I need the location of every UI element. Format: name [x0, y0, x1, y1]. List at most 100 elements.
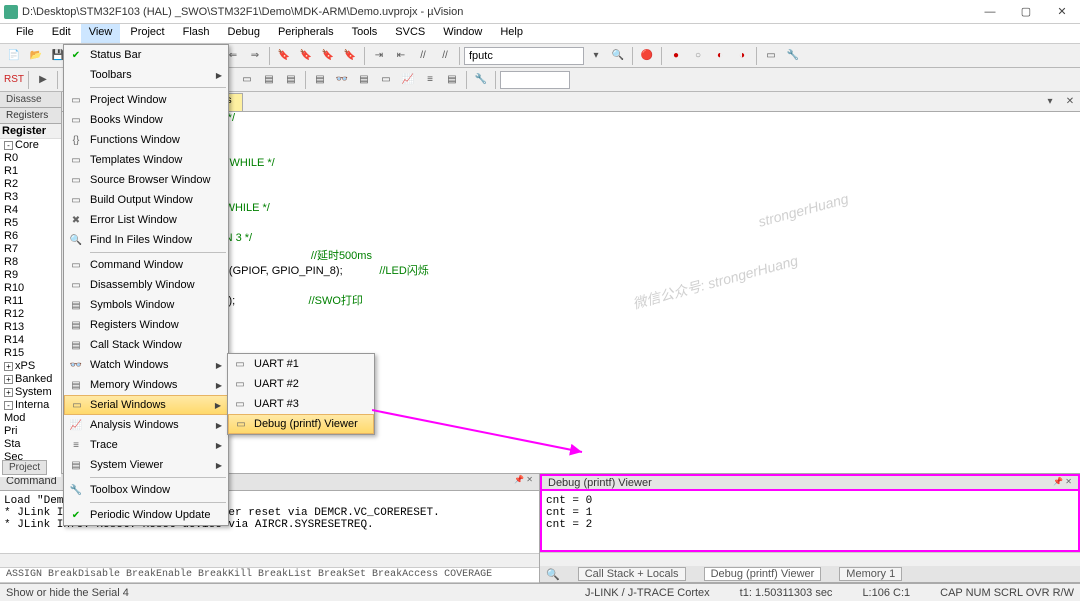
tree-toggle-icon[interactable]: + — [4, 388, 13, 397]
find-field[interactable]: fputc — [464, 47, 584, 65]
serial-submenu-item[interactable]: ▭UART #2 — [228, 374, 374, 394]
toolbox-icon[interactable]: 🔧 — [471, 70, 491, 90]
outdent-icon[interactable]: ⇤ — [391, 46, 411, 66]
comment-icon[interactable]: // — [413, 46, 433, 66]
tab-memory1[interactable]: Memory 1 — [839, 567, 902, 581]
view-menu-item[interactable]: 🔧Toolbox Window — [64, 480, 228, 500]
dbg-hscroll[interactable] — [540, 552, 1080, 566]
view-menu-item[interactable]: 📈Analysis Windows▶ — [64, 415, 228, 435]
bookmark-icon[interactable]: 🔖 — [274, 46, 294, 66]
view-menu-item[interactable]: ▭Templates Window — [64, 150, 228, 170]
maximize-button[interactable]: ▢ — [1008, 0, 1044, 24]
tree-toggle-icon[interactable]: + — [4, 375, 13, 384]
view-menu-item[interactable]: ✖Error List Window — [64, 210, 228, 230]
bp3-icon[interactable]: ◐ — [710, 46, 730, 66]
reg-row[interactable]: R0 — [0, 152, 61, 165]
menu-debug[interactable]: Debug — [220, 24, 268, 43]
view-menu-item[interactable]: ▭Command Window — [64, 255, 228, 275]
stack-win-icon[interactable]: ▤ — [310, 70, 330, 90]
view-menu-item[interactable]: ▤Memory Windows▶ — [64, 375, 228, 395]
debug-viewer-output[interactable]: cnt = 0 cnt = 1 cnt = 2 — [540, 491, 1080, 552]
view-menu[interactable]: ✔Status BarToolbars▶ ▭Project Window▭Book… — [63, 44, 229, 526]
serial-windows-submenu[interactable]: ▭UART #1▭UART #2▭UART #3▭Debug (printf) … — [227, 353, 375, 435]
reg-row[interactable]: R1 — [0, 165, 61, 178]
reg-row[interactable]: +System — [0, 386, 61, 399]
new-icon[interactable]: 📄 — [4, 46, 24, 66]
view-menu-item[interactable]: ▭Source Browser Window — [64, 170, 228, 190]
bookmark3-icon[interactable]: 🔖 — [318, 46, 338, 66]
dbg-pin-icon[interactable]: 📌 ✕ — [1053, 477, 1072, 488]
menu-flash[interactable]: Flash — [175, 24, 218, 43]
view-menu-item[interactable]: ▤Call Stack Window — [64, 335, 228, 355]
reg-row[interactable]: R11 — [0, 295, 61, 308]
reg-row[interactable]: R12 — [0, 308, 61, 321]
indent-icon[interactable]: ⇥ — [369, 46, 389, 66]
tab-callstack[interactable]: Call Stack + Locals — [578, 567, 686, 581]
menu-help[interactable]: Help — [492, 24, 531, 43]
analysis-win-icon[interactable]: 📈 — [398, 70, 418, 90]
view-menu-item[interactable]: ▭Books Window — [64, 110, 228, 130]
serial-submenu-item[interactable]: ▭UART #1 — [228, 354, 374, 374]
bp2-icon[interactable]: ○ — [688, 46, 708, 66]
serial-submenu-item[interactable]: ▭Debug (printf) Viewer — [228, 414, 374, 434]
reg-row[interactable]: +xPS — [0, 360, 61, 373]
view-menu-item[interactable]: ▭Build Output Window — [64, 190, 228, 210]
reg-row[interactable]: R8 — [0, 256, 61, 269]
nav-fwd-icon[interactable]: ⇒ — [245, 46, 265, 66]
view-menu-item[interactable]: 👓Watch Windows▶ — [64, 355, 228, 375]
tab-dropdown-icon[interactable]: ▾ — [1040, 91, 1060, 111]
menu-file[interactable]: File — [8, 24, 42, 43]
view-menu-item[interactable]: Toolbars▶ — [64, 65, 228, 85]
reg-row[interactable]: Sta — [0, 438, 61, 451]
bookmark4-icon[interactable]: 🔖 — [340, 46, 360, 66]
reg-row[interactable]: R6 — [0, 230, 61, 243]
reg-win-icon[interactable]: ▤ — [281, 70, 301, 90]
view-menu-item[interactable]: ▭Serial Windows▶ — [64, 395, 228, 415]
command-input-hint[interactable]: ASSIGN BreakDisable BreakEnable BreakKil… — [0, 567, 539, 583]
view-menu-item[interactable]: ✔Status Bar — [64, 45, 228, 65]
menu-svcs[interactable]: SVCS — [387, 24, 433, 43]
debug-icon[interactable]: 🔴 — [637, 46, 657, 66]
close-button[interactable]: ✕ — [1044, 0, 1080, 24]
serial-submenu-item[interactable]: ▭UART #3 — [228, 394, 374, 414]
dis-win-icon[interactable]: ▭ — [237, 70, 257, 90]
reg-row[interactable]: R13 — [0, 321, 61, 334]
reg-row[interactable]: +Banked — [0, 373, 61, 386]
menu-edit[interactable]: Edit — [44, 24, 79, 43]
view-menu-item[interactable]: ✔Periodic Window Update — [64, 505, 228, 525]
view-menu-item[interactable]: ▤Symbols Window — [64, 295, 228, 315]
minimize-button[interactable]: — — [972, 0, 1008, 24]
toolbar-drop2[interactable] — [500, 71, 570, 89]
view-menu-item[interactable]: ▭Disassembly Window — [64, 275, 228, 295]
uncomment-icon[interactable]: // — [435, 46, 455, 66]
reg-row[interactable]: R5 — [0, 217, 61, 230]
sym-win-icon[interactable]: ▤ — [259, 70, 279, 90]
serial-win-icon[interactable]: ▭ — [376, 70, 396, 90]
tree-toggle-icon[interactable]: - — [4, 141, 13, 150]
reg-row[interactable]: R7 — [0, 243, 61, 256]
menu-view[interactable]: View — [81, 24, 121, 43]
view-menu-item[interactable]: ≡Trace▶ — [64, 435, 228, 455]
tree-toggle-icon[interactable]: - — [4, 401, 13, 410]
reg-row[interactable]: R3 — [0, 191, 61, 204]
view-menu-item[interactable]: 🔍Find In Files Window — [64, 230, 228, 250]
bp-icon[interactable]: ● — [666, 46, 686, 66]
bp4-icon[interactable]: ◑ — [732, 46, 752, 66]
tab-debug-viewer[interactable]: Debug (printf) Viewer — [704, 567, 822, 581]
reg-row[interactable]: R2 — [0, 178, 61, 191]
reg-row[interactable]: R14 — [0, 334, 61, 347]
reg-row[interactable]: R15 — [0, 347, 61, 360]
menu-project[interactable]: Project — [122, 24, 172, 43]
reg-row[interactable]: Mod — [0, 412, 61, 425]
reset-icon[interactable]: RST — [4, 70, 24, 90]
watch-win-icon[interactable]: 👓 — [332, 70, 352, 90]
bookmark2-icon[interactable]: 🔖 — [296, 46, 316, 66]
menu-peripherals[interactable]: Peripherals — [270, 24, 342, 43]
find-drop-icon[interactable]: ▾ — [586, 46, 606, 66]
menu-window[interactable]: Window — [435, 24, 490, 43]
tab-close-icon[interactable]: ✕ — [1060, 91, 1080, 111]
view-menu-item[interactable]: ▤System Viewer▶ — [64, 455, 228, 475]
view-menu-item[interactable]: ▭Project Window — [64, 90, 228, 110]
sys-win-icon[interactable]: ▤ — [442, 70, 462, 90]
view-menu-item[interactable]: {}Functions Window — [64, 130, 228, 150]
